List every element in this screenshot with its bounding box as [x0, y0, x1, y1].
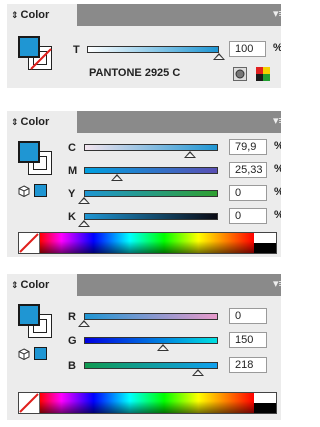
white-black-swatches[interactable]	[254, 393, 276, 413]
collapse-arrow-icon[interactable]: ⇕	[11, 280, 19, 290]
swatch-color-button[interactable]	[256, 67, 270, 81]
blue-slider-thumb[interactable]	[192, 369, 204, 376]
gamut-warning-button[interactable]	[233, 67, 247, 81]
tint-slider-thumb[interactable]	[213, 53, 225, 60]
panel-tab-bar: ⇕Color ▾≡	[7, 111, 281, 133]
black-slider[interactable]	[84, 213, 218, 220]
green-label: G	[68, 335, 77, 347]
tint-slider[interactable]	[87, 46, 219, 53]
color-tab[interactable]: ⇕ Color	[7, 4, 77, 26]
fill-swatch[interactable]	[18, 36, 40, 58]
black-unit: %	[274, 209, 281, 221]
magenta-label: M	[68, 165, 78, 177]
spectrum-ramp[interactable]	[40, 393, 254, 413]
collapse-arrow-icon[interactable]: ⇕	[11, 10, 19, 20]
panel-menu-icon[interactable]: ▾≡	[273, 116, 281, 127]
color-panel-cmyk: ⇕Color ▾≡ C 79,9 % M 25,33 % Y 0 % K 0 %	[7, 111, 281, 257]
red-label: R	[68, 311, 76, 323]
cube-icon[interactable]	[18, 348, 30, 360]
blue-label: B	[68, 360, 76, 372]
color-panel-rgb: ⇕Color ▾≡ R 0 G 150 B 218	[7, 274, 281, 420]
tint-value-field[interactable]: 100	[229, 41, 266, 57]
fill-swatch[interactable]	[18, 304, 40, 326]
cube-icon[interactable]	[18, 185, 30, 197]
red-slider[interactable]	[84, 313, 218, 320]
fill-stroke-swatches[interactable]	[18, 36, 54, 72]
yellow-label: Y	[68, 188, 76, 200]
green-slider[interactable]	[84, 337, 218, 344]
none-swatch-icon[interactable]	[19, 393, 40, 413]
white-black-swatches[interactable]	[254, 233, 276, 253]
circle-swatch-icon	[235, 69, 245, 79]
magenta-slider[interactable]	[84, 167, 218, 174]
panel-menu-icon[interactable]: ▾≡	[273, 279, 281, 290]
blue-slider[interactable]	[84, 362, 218, 369]
black-slider-thumb[interactable]	[78, 220, 90, 227]
collapse-arrow-icon[interactable]: ⇕	[11, 117, 19, 127]
cyan-slider[interactable]	[84, 144, 218, 151]
tab-label: Color	[20, 9, 50, 21]
color-panel-tint: ⇕Color ▾≡ T 100 % PANTONE 2925 C	[7, 4, 281, 88]
green-value-field[interactable]: 150	[229, 332, 267, 348]
yellow-value-field[interactable]: 0	[229, 185, 267, 201]
panel-menu-icon[interactable]: ▾≡	[273, 9, 281, 20]
black-label: K	[68, 211, 76, 223]
cyan-label: C	[68, 142, 76, 154]
yellow-unit: %	[274, 186, 281, 198]
tab-label: Color	[20, 116, 50, 128]
red-slider-thumb[interactable]	[78, 320, 90, 327]
blue-value-field[interactable]: 218	[229, 357, 267, 373]
color-spectrum-bar[interactable]	[18, 392, 277, 414]
fill-stroke-swatches[interactable]	[18, 141, 54, 177]
color-spectrum-bar[interactable]	[18, 232, 277, 254]
spectrum-ramp[interactable]	[40, 233, 254, 253]
cyan-value-field[interactable]: 79,9	[229, 139, 267, 155]
color-tab[interactable]: ⇕ Color	[7, 111, 77, 133]
red-value-field[interactable]: 0	[229, 308, 267, 324]
magenta-slider-thumb[interactable]	[111, 174, 123, 181]
black-value-field[interactable]: 0	[229, 208, 267, 224]
color-grid-icon	[256, 67, 270, 81]
fill-stroke-swatches[interactable]	[18, 304, 54, 340]
panel-tab-bar: ⇕Color ▾≡	[7, 4, 281, 26]
magenta-unit: %	[274, 163, 281, 175]
panel-tab-bar: ⇕Color ▾≡	[7, 274, 281, 296]
tint-unit: %	[273, 42, 281, 54]
fill-swatch[interactable]	[18, 141, 40, 163]
web-safe-swatch[interactable]	[34, 347, 47, 360]
green-slider-thumb[interactable]	[157, 344, 169, 351]
swatch-name: PANTONE 2925 C	[89, 67, 181, 79]
magenta-value-field[interactable]: 25,33	[229, 162, 267, 178]
tab-label: Color	[20, 279, 50, 291]
cyan-unit: %	[274, 140, 281, 152]
none-swatch-icon[interactable]	[19, 233, 40, 253]
tint-label: T	[73, 44, 80, 56]
yellow-slider-thumb[interactable]	[78, 197, 90, 204]
color-tab[interactable]: ⇕ Color	[7, 274, 77, 296]
cyan-slider-thumb[interactable]	[184, 151, 196, 158]
in-gamut-swatch[interactable]	[34, 184, 47, 197]
yellow-slider[interactable]	[84, 190, 218, 197]
